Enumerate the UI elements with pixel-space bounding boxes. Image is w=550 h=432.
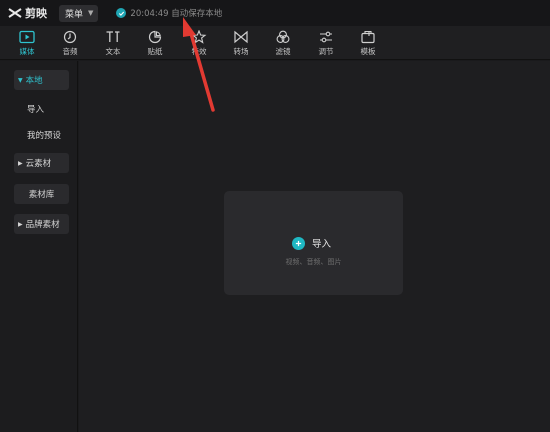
text-icon: [106, 31, 120, 42]
sidebar-item-label: 导入: [27, 105, 45, 115]
plus-icon: [292, 236, 305, 250]
adjust-icon: [320, 31, 332, 43]
tab-audio-label: 音频: [62, 47, 78, 56]
sidebar-item-import[interactable]: 导入: [14, 99, 69, 119]
tab-transition-label: 转场: [233, 47, 249, 56]
tab-template[interactable]: 模板: [353, 28, 383, 58]
sidebar-item-my-presets[interactable]: 我的预设: [14, 125, 69, 145]
top-toolbar: 媒体 音频 文本 贴纸 特效 转场 滤镜 调节 模板: [0, 26, 550, 60]
sidebar-item-brand[interactable]: ▶ 品牌素材: [14, 214, 69, 234]
effects-icon: [191, 30, 207, 44]
sidebar-item-label: 我的预设: [27, 131, 62, 141]
import-hint: 视频、音频、图片: [285, 258, 342, 266]
autosave-status: 20:04:49 自动保存本地: [116, 7, 222, 19]
tab-media[interactable]: 媒体: [12, 28, 42, 58]
tab-filter-label: 滤镜: [275, 47, 291, 56]
transition-icon: [234, 30, 248, 44]
app-logo: 剪映: [8, 5, 47, 21]
capcut-logo-icon: [8, 8, 22, 18]
sticker-icon: [148, 30, 162, 44]
tab-sticker-label: 贴纸: [147, 47, 163, 56]
tab-transition[interactable]: 转场: [226, 28, 256, 58]
sidebar-item-library[interactable]: 素材库: [14, 184, 69, 204]
import-label: 导入: [312, 239, 332, 250]
sidebar-item-label: 素材库: [28, 190, 55, 200]
tab-template-label: 模板: [360, 47, 376, 56]
tab-text-label: 文本: [105, 47, 121, 56]
audio-icon: [63, 30, 77, 44]
sidebar-item-label: 云素材: [25, 159, 52, 169]
filter-icon: [276, 30, 290, 43]
autosave-text: 20:04:49 自动保存本地: [130, 9, 223, 19]
tab-sticker[interactable]: 贴纸: [140, 28, 170, 58]
caret-right-icon: ▶: [18, 159, 23, 167]
caret-right-icon: ▶: [18, 220, 23, 228]
chevron-down-icon: ▼: [88, 9, 94, 17]
tab-filter[interactable]: 滤镜: [268, 28, 298, 58]
media-icon: [19, 30, 35, 44]
tab-audio[interactable]: 音频: [55, 28, 85, 58]
sidebar-item-local[interactable]: ▼ 本地: [14, 70, 69, 90]
sidebar-item-label: 本地: [25, 76, 43, 86]
media-sidebar: ▼ 本地 导入 我的预设 ▶ 云素材 素材库 ▶ 品牌素材: [0, 61, 78, 432]
menu-button[interactable]: 菜单 ▼: [59, 4, 99, 22]
template-icon: [361, 30, 375, 44]
tab-media-label: 媒体: [19, 47, 35, 56]
app-name: 剪映: [25, 7, 47, 20]
sidebar-item-label: 品牌素材: [25, 220, 60, 230]
tab-effects[interactable]: 特效: [184, 28, 214, 58]
tab-adjust-label: 调节: [318, 47, 334, 56]
import-button[interactable]: 导入: [292, 236, 331, 250]
tab-effects-label: 特效: [191, 47, 207, 56]
caret-down-icon: ▼: [18, 76, 23, 84]
tab-text[interactable]: 文本: [98, 28, 128, 58]
media-content-area: 导入 视频、音频、图片: [79, 61, 550, 432]
check-icon: [116, 8, 127, 18]
title-bar: 剪映 菜单 ▼ 20:04:49 自动保存本地: [0, 0, 550, 26]
tab-adjust[interactable]: 调节: [311, 28, 341, 58]
menu-button-label: 菜单: [65, 9, 84, 20]
import-dropzone[interactable]: 导入 视频、音频、图片: [224, 191, 403, 295]
sidebar-item-cloud[interactable]: ▶ 云素材: [14, 153, 69, 173]
